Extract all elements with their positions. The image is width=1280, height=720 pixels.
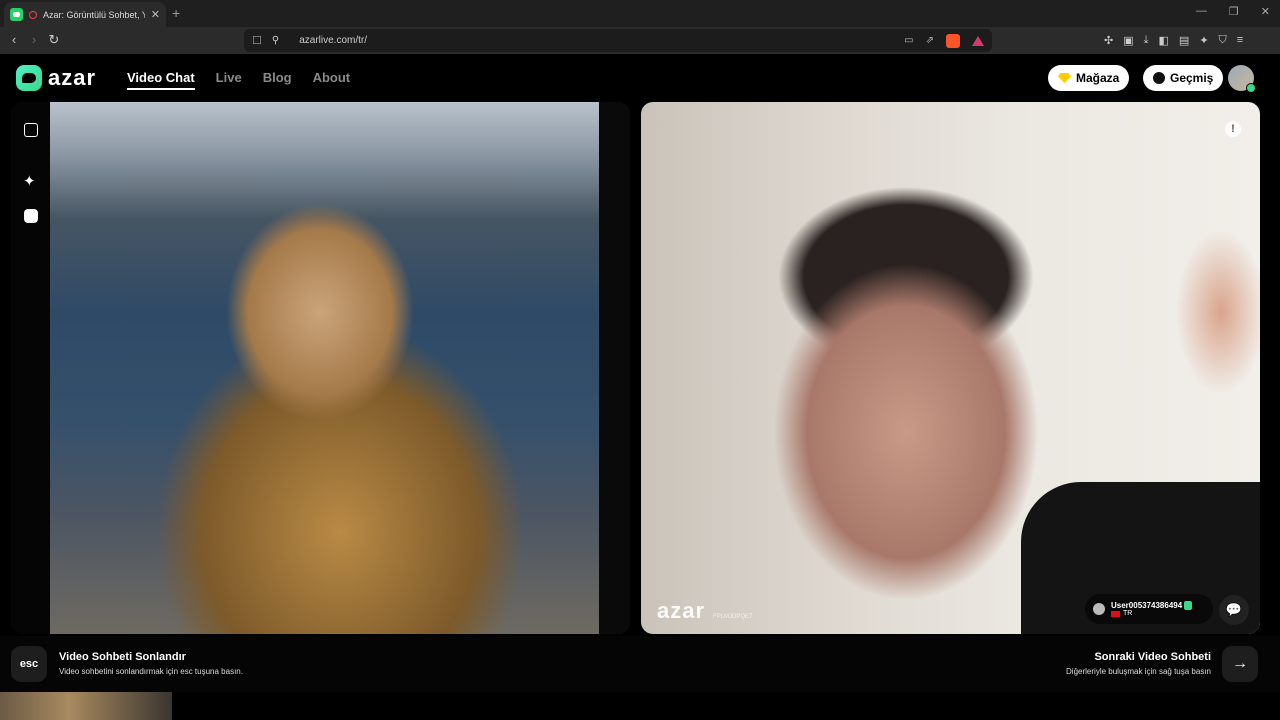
store-label: Mağaza [1076, 71, 1120, 85]
forward-icon[interactable]: › [26, 32, 42, 47]
next-chat-title: Sonraki Video Sohbeti [1094, 651, 1211, 663]
browser-tab[interactable]: Azar: Görüntülü Sohbet, Yeni ✕ [4, 2, 166, 27]
minimize-icon[interactable]: — [1196, 5, 1207, 18]
main-nav: Video Chat Live Blog About [127, 70, 350, 90]
fullscreen-icon[interactable] [24, 123, 38, 137]
brave-rewards-icon[interactable] [972, 35, 984, 46]
reload-icon[interactable]: ↻ [46, 32, 62, 48]
brave-shields-icon[interactable] [946, 33, 960, 48]
nav-blog[interactable]: Blog [263, 70, 292, 90]
extension-icons: ✣ ▣ ⤓ ◧ ▤ ✦ ⛉ ≡ [1104, 34, 1243, 47]
share-icon[interactable]: ⇗ [926, 35, 934, 46]
remote-video-panel: ! azar FPLMJDPQE7 User005374386494 TR 💬 [641, 102, 1260, 634]
tab-close-icon[interactable]: ✕ [151, 8, 160, 21]
next-chat-hint: Diğerleriyle buluşmak için sağ tuşa bası… [1066, 667, 1211, 676]
turkey-flag-icon [1111, 610, 1120, 617]
remote-user-chip[interactable]: User005374386494 TR [1085, 594, 1213, 624]
avatar[interactable] [1228, 65, 1256, 93]
effects-sparkle-icon[interactable]: ✦ [23, 172, 36, 190]
window-controls: — ❐ ✕ [1196, 5, 1270, 18]
extensions-icon[interactable]: ✣ [1104, 34, 1113, 47]
next-chat-info: Sonraki Video Sohbeti Diğerleriyle buluş… [1066, 651, 1211, 676]
next-chat-button[interactable]: → [1222, 646, 1258, 682]
online-status-icon [1246, 83, 1256, 93]
logo-text: azar [48, 65, 97, 90]
download-icon[interactable]: ⤓ [1144, 34, 1149, 47]
restore-icon[interactable]: ❐ [1229, 5, 1239, 18]
browser-toolbar: ‹ › ↻ ☐ ⚲ azarlive.com/tr/ ▭ ⇗ ✣ ▣ ⤓ ◧ ▤… [0, 27, 1280, 54]
local-video-panel: ✦ [11, 102, 630, 634]
clock-icon [1153, 72, 1165, 84]
watermark-code: FPLMJDPQE7 [713, 614, 753, 620]
end-chat-info: Video Sohbeti Sonlandır Video sohbetini … [59, 651, 243, 676]
vpn-icon[interactable]: ⛉ [1219, 34, 1227, 47]
menu-icon[interactable]: ≡ [1237, 34, 1243, 47]
chat-bubble-icon[interactable]: 💬 [1219, 595, 1249, 625]
close-window-icon[interactable]: ✕ [1261, 5, 1270, 18]
report-icon[interactable]: ! [1225, 121, 1241, 137]
gem-icon [1058, 73, 1071, 83]
wallet-icon[interactable]: ▤ [1179, 34, 1189, 47]
remote-country: TR [1123, 610, 1133, 617]
video-letterbox [599, 102, 630, 634]
nav-video-chat[interactable]: Video Chat [127, 70, 195, 90]
video-tools-rail: ✦ [11, 102, 50, 634]
site-info-icon[interactable]: ⚲ [272, 35, 279, 46]
watermark-logo: azar [657, 598, 706, 623]
history-button[interactable]: Geçmiş [1143, 65, 1224, 91]
screenshot-icon[interactable]: ▣ [1123, 34, 1133, 47]
tab-title: Azar: Görüntülü Sohbet, Yeni [43, 9, 145, 20]
preview-thumbnail [0, 692, 172, 720]
end-chat-button[interactable]: esc [11, 646, 47, 682]
audio-indicator-icon[interactable] [29, 10, 37, 19]
bookmark-icon[interactable]: ☐ [252, 34, 262, 47]
new-tab-icon[interactable]: + [172, 5, 180, 21]
sidebar-icon[interactable]: ◧ [1159, 34, 1169, 47]
bottom-controls: esc Video Sohbeti Sonlandır Video sohbet… [0, 636, 1280, 692]
azar-logo-icon [16, 65, 42, 91]
verified-shield-icon [1184, 601, 1193, 610]
local-video-feed [50, 102, 599, 634]
user-icon [1093, 603, 1105, 615]
azar-watermark: azar FPLMJDPQE7 [657, 598, 752, 624]
remote-username: User005374386494 [1111, 601, 1183, 610]
face-filter-icon[interactable] [24, 209, 38, 223]
end-chat-hint: Video sohbetini sonlandırmak için esc tu… [59, 667, 243, 676]
taskbar-strip [0, 692, 1280, 720]
cast-icon[interactable]: ▭ [904, 35, 913, 46]
url-text[interactable]: azarlive.com/tr/ [299, 35, 894, 46]
leo-ai-icon[interactable]: ✦ [1199, 34, 1208, 47]
azar-favicon-icon [10, 8, 23, 21]
browser-tabbar: Azar: Görüntülü Sohbet, Yeni ✕ + — ❐ ✕ [0, 0, 1280, 27]
azar-logo[interactable]: azar [16, 65, 96, 91]
address-bar[interactable]: ☐ ⚲ azarlive.com/tr/ ▭ ⇗ [244, 29, 992, 52]
end-chat-title: Video Sohbeti Sonlandır [59, 651, 186, 663]
back-icon[interactable]: ‹ [6, 32, 22, 47]
nav-live[interactable]: Live [216, 70, 242, 90]
nav-about[interactable]: About [313, 70, 351, 90]
store-button[interactable]: Mağaza [1048, 65, 1130, 91]
site-header: azar Video Chat Live Blog About Mağaza G… [0, 54, 1280, 100]
history-label: Geçmiş [1170, 71, 1214, 85]
